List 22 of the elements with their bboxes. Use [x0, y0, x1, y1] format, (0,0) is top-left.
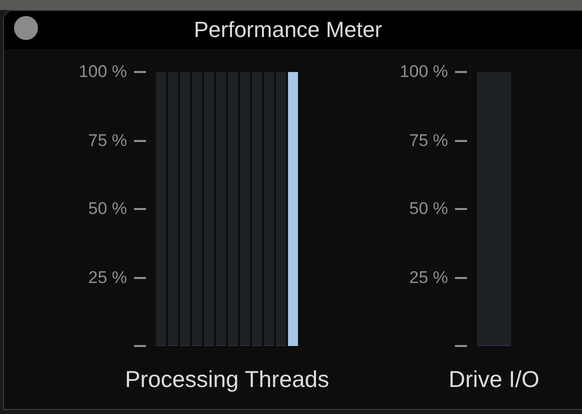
close-button[interactable]	[14, 16, 38, 40]
axis-tick-label: 75 %	[409, 130, 448, 150]
tick-mark	[455, 140, 467, 142]
tick-mark	[134, 345, 146, 347]
axis-tick-label: 25 %	[409, 268, 448, 288]
meter-label: Drive I/O	[448, 366, 540, 393]
axis-tick-label: 100 %	[78, 62, 127, 82]
meter-label: Processing Threads	[124, 366, 330, 393]
axis-tick-label: 100 %	[400, 62, 448, 82]
axis-tick-label: 25 %	[88, 268, 127, 288]
tick-mark	[455, 208, 467, 210]
axis-tick-label: 50 %	[409, 199, 448, 219]
tick-mark	[134, 208, 146, 210]
tick-mark	[455, 345, 467, 347]
tick-mark	[134, 71, 146, 73]
window-title: Performance Meter	[194, 17, 382, 43]
axis-tick-label: 50 %	[88, 199, 127, 219]
tick-mark	[134, 276, 146, 278]
tick-mark	[134, 140, 146, 142]
tick-mark	[455, 71, 467, 73]
axis-tick-label: 75 %	[88, 130, 127, 150]
tick-mark	[455, 276, 467, 278]
